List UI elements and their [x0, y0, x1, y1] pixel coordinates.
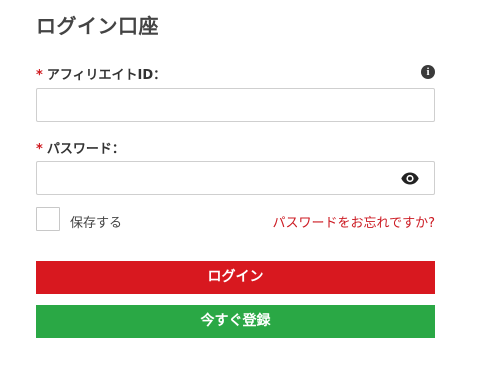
password-label-text: パスワード：	[46, 142, 125, 157]
required-mark: *	[36, 68, 43, 83]
remember-checkbox[interactable]	[36, 207, 60, 231]
info-icon[interactable]: i	[421, 65, 435, 79]
required-mark: *	[36, 142, 43, 157]
remember-label: 保存する	[70, 216, 123, 231]
password-input[interactable]	[36, 161, 435, 195]
affiliate-id-input[interactable]	[36, 88, 435, 122]
affiliate-id-label: * アフィリエイトID：	[36, 64, 166, 83]
page-title: ログイン口座	[36, 14, 159, 38]
password-label: * パスワード：	[36, 138, 125, 157]
forgot-password-link[interactable]: パスワードをお忘れですか?	[272, 212, 435, 231]
register-button[interactable]: 今すぐ登録	[36, 305, 435, 338]
login-button[interactable]: ログイン	[36, 261, 435, 294]
affiliate-id-label-text: アフィリエイトID：	[46, 68, 167, 83]
eye-icon[interactable]	[401, 172, 419, 185]
